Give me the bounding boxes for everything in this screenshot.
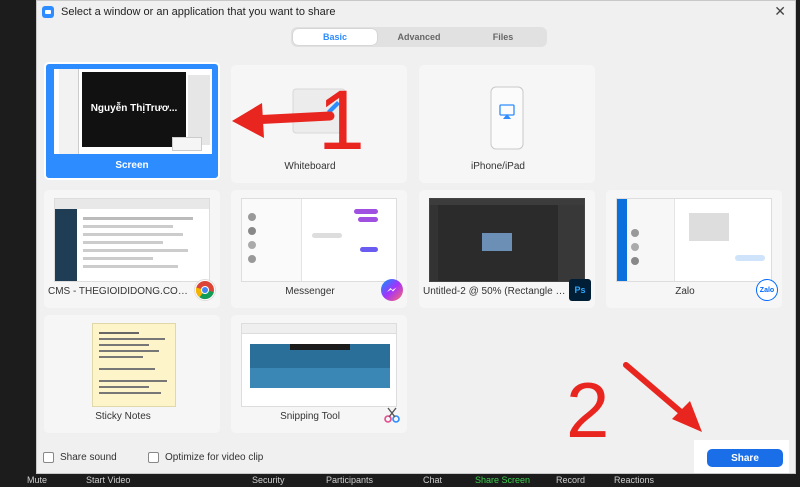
share-option-messenger[interactable]: Messenger: [231, 190, 407, 308]
close-icon[interactable]: ✕: [774, 4, 786, 18]
window-thumbnail: [54, 198, 210, 282]
iphone-icon: [490, 86, 524, 150]
optimize-video-option[interactable]: Optimize for video clip: [148, 452, 263, 463]
share-sound-checkbox[interactable]: [43, 452, 54, 463]
tile-label: iPhone/iPad: [471, 161, 525, 172]
share-option-whiteboard[interactable]: Whiteboard: [231, 65, 407, 183]
chat-button[interactable]: Chat: [423, 475, 442, 485]
share-option-iphone-ipad[interactable]: iPhone/iPad: [419, 65, 595, 183]
messenger-icon: [381, 279, 403, 301]
dialog-title: Select a window or an application that y…: [61, 6, 336, 18]
title-bar: Select a window or an application that y…: [37, 1, 795, 23]
snipping-tool-icon: [381, 404, 403, 426]
window-thumbnail: [241, 198, 397, 282]
window-thumbnail: [429, 198, 585, 282]
share-tabs: Basic Advanced Files: [291, 27, 547, 47]
share-option-photoshop[interactable]: Untitled-2 @ 50% (Rectangle 1, R... Ps: [419, 190, 595, 308]
reactions-button[interactable]: Reactions: [614, 475, 654, 485]
screen-thumbnail-text: Nguyễn ThịTrươ...: [90, 103, 178, 114]
participants-button[interactable]: Participants: [326, 475, 373, 485]
tile-label: Sticky Notes: [95, 411, 151, 422]
zoom-share-screen: Select a window or an application that y…: [0, 0, 800, 487]
zalo-icon: Zalo: [756, 279, 778, 301]
chrome-icon: [194, 279, 216, 301]
zoom-app-icon: [42, 6, 54, 18]
share-option-snipping-tool[interactable]: Snipping Tool: [231, 315, 407, 433]
tab-files[interactable]: Files: [461, 29, 545, 45]
share-option-cms-browser[interactable]: CMS - THEGIOIDIDONG.COM - G...: [44, 190, 220, 308]
start-video-button[interactable]: Start Video: [86, 475, 130, 485]
optimize-video-checkbox[interactable]: [148, 452, 159, 463]
optimize-video-label: Optimize for video clip: [165, 452, 264, 463]
whiteboard-icon: [292, 88, 346, 134]
screen-thumbnail: Nguyễn ThịTrươ...: [54, 69, 212, 154]
window-thumbnail: [241, 323, 397, 407]
tab-basic[interactable]: Basic: [293, 29, 377, 45]
share-option-sticky-notes[interactable]: Sticky Notes: [44, 315, 220, 433]
tab-advanced[interactable]: Advanced: [377, 29, 461, 45]
mute-button[interactable]: Mute: [27, 475, 47, 485]
photoshop-icon: Ps: [569, 279, 591, 301]
tile-label: Screen: [115, 160, 149, 171]
window-thumbnail: [92, 323, 176, 407]
share-option-screen[interactable]: Nguyễn ThịTrươ... Screen: [44, 62, 220, 180]
share-option-zalo[interactable]: Zalo Zalo: [606, 190, 782, 308]
share-button[interactable]: Share: [707, 449, 783, 467]
share-sound-label: Share sound: [60, 452, 117, 463]
share-sound-option[interactable]: Share sound: [43, 452, 117, 463]
record-button[interactable]: Record: [556, 475, 585, 485]
share-screen-button[interactable]: Share Screen: [475, 475, 530, 485]
security-button[interactable]: Security: [252, 475, 285, 485]
window-thumbnail: [616, 198, 772, 282]
tile-label: Whiteboard: [284, 161, 336, 172]
meeting-toolbar: Mute Start Video Security Participants C…: [0, 474, 800, 487]
